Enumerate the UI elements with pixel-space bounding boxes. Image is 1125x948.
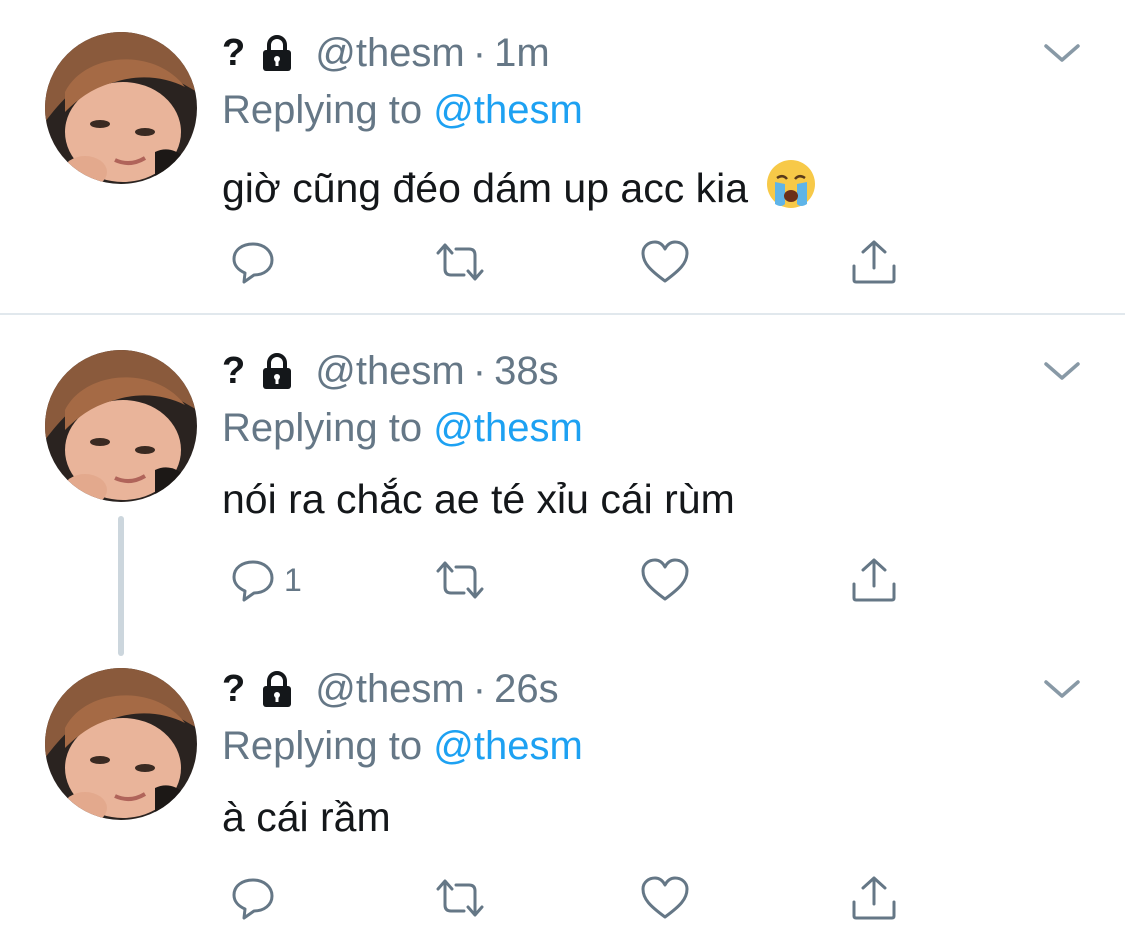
heart-icon [640, 239, 690, 285]
replying-prefix: Replying to [222, 724, 423, 768]
user-handle[interactable]: @thesm [315, 349, 465, 394]
lock-icon [257, 33, 297, 73]
timestamp[interactable]: 38s [494, 349, 559, 394]
timestamp[interactable]: 1m [494, 31, 550, 76]
avatar[interactable] [45, 668, 197, 820]
share-icon [850, 874, 898, 922]
separator-dot: · [472, 30, 487, 75]
reply-button[interactable] [230, 873, 284, 923]
tweet-text: nói ra chắc ae té xỉu cái rùm [222, 476, 735, 523]
tweet-text-content: nói ra chắc ae té xỉu cái rùm [222, 476, 735, 522]
replying-prefix: Replying to [222, 406, 423, 450]
heart-icon [640, 875, 690, 921]
share-icon [850, 238, 898, 286]
replying-to: Replying to @thesm [222, 88, 583, 133]
replying-mention-link[interactable]: @thesm [433, 406, 583, 450]
tweet-text-content: à cái rầm [222, 794, 391, 840]
user-handle[interactable]: @thesm [315, 31, 465, 76]
tweet-actions: 1 [0, 555, 1125, 605]
tweet-header: ? @thesm · 26s [222, 664, 559, 714]
retweet-button[interactable] [432, 237, 488, 287]
timestamp[interactable]: 26s [494, 667, 559, 712]
reply-button[interactable] [230, 237, 284, 287]
like-button[interactable] [640, 873, 690, 923]
replying-prefix: Replying to [222, 88, 423, 132]
replying-mention-link[interactable]: @thesm [433, 88, 583, 132]
tweet-text-content: giờ cũng đéo dám up acc kia [222, 165, 749, 211]
retweet-icon [432, 557, 488, 603]
heart-icon [640, 557, 690, 603]
avatar[interactable] [45, 32, 197, 184]
retweet-icon [432, 875, 488, 921]
display-name[interactable]: ? [222, 32, 245, 75]
display-name[interactable]: ? [222, 350, 245, 393]
loudly-crying-face-emoji-icon [765, 158, 817, 210]
tweet-text: giờ cũng đéo dám up acc kia [222, 158, 817, 212]
separator-dot: · [472, 348, 487, 393]
display-name[interactable]: ? [222, 668, 245, 711]
share-icon [850, 556, 898, 604]
like-button[interactable] [640, 555, 690, 605]
like-button[interactable] [640, 237, 690, 287]
chevron-down-icon[interactable] [1042, 356, 1082, 386]
lock-icon [257, 351, 297, 391]
reply-count: 1 [284, 561, 302, 598]
replying-to: Replying to @thesm [222, 724, 583, 769]
chevron-down-icon[interactable] [1042, 38, 1082, 68]
replying-mention-link[interactable]: @thesm [433, 724, 583, 768]
tweet-actions [0, 873, 1125, 923]
share-button[interactable] [850, 237, 898, 287]
tweet-header: ? @thesm · 1m [222, 28, 550, 78]
chevron-down-icon[interactable] [1042, 674, 1082, 704]
lock-icon [257, 669, 297, 709]
user-handle[interactable]: @thesm [315, 667, 465, 712]
share-button[interactable] [850, 555, 898, 605]
separator-dot: · [472, 666, 487, 711]
reply-icon [230, 557, 276, 603]
avatar[interactable] [45, 350, 197, 502]
tweet-actions [0, 237, 1125, 287]
reply-icon [230, 875, 276, 921]
reply-button[interactable]: 1 [230, 555, 302, 605]
retweet-icon [432, 239, 488, 285]
retweet-button[interactable] [432, 873, 488, 923]
reply-icon [230, 239, 276, 285]
retweet-button[interactable] [432, 555, 488, 605]
share-button[interactable] [850, 873, 898, 923]
replying-to: Replying to @thesm [222, 406, 583, 451]
tweet-text: à cái rầm [222, 794, 391, 841]
tweet-divider [0, 313, 1125, 315]
tweet-header: ? @thesm · 38s [222, 346, 559, 396]
